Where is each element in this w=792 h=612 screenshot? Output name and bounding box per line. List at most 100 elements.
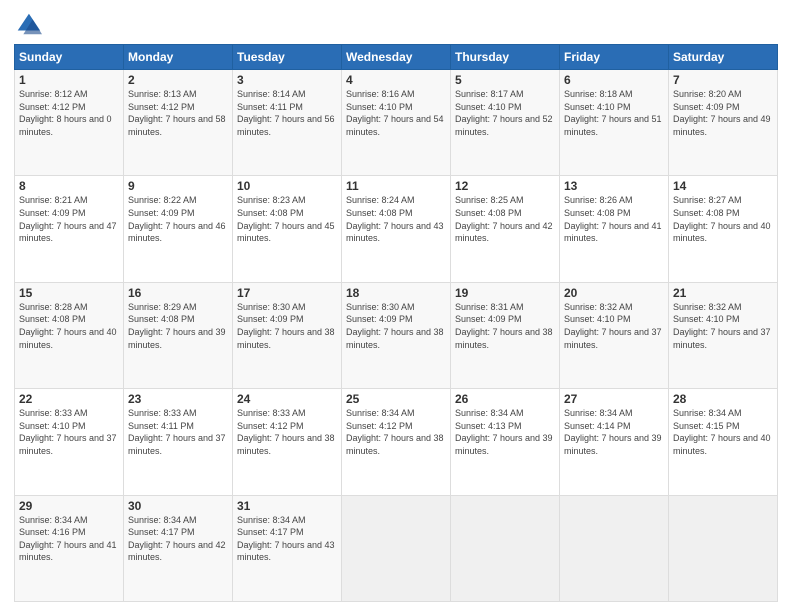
calendar-week-3: 15 Sunrise: 8:28 AMSunset: 4:08 PMDaylig… [15,282,778,388]
col-header-saturday: Saturday [669,45,778,70]
calendar-week-1: 1 Sunrise: 8:12 AMSunset: 4:12 PMDayligh… [15,70,778,176]
calendar-cell: 11 Sunrise: 8:24 AMSunset: 4:08 PMDaylig… [342,176,451,282]
day-number: 5 [455,73,555,87]
day-number: 27 [564,392,664,406]
calendar-cell: 27 Sunrise: 8:34 AMSunset: 4:14 PMDaylig… [560,389,669,495]
calendar-cell: 6 Sunrise: 8:18 AMSunset: 4:10 PMDayligh… [560,70,669,176]
cell-content: Sunrise: 8:25 AMSunset: 4:08 PMDaylight:… [455,194,555,244]
cell-content: Sunrise: 8:18 AMSunset: 4:10 PMDaylight:… [564,88,664,138]
calendar-cell [669,495,778,601]
day-number: 12 [455,179,555,193]
calendar-cell: 15 Sunrise: 8:28 AMSunset: 4:08 PMDaylig… [15,282,124,388]
logo [14,10,46,38]
day-number: 14 [673,179,773,193]
calendar-cell: 10 Sunrise: 8:23 AMSunset: 4:08 PMDaylig… [233,176,342,282]
day-number: 3 [237,73,337,87]
cell-content: Sunrise: 8:16 AMSunset: 4:10 PMDaylight:… [346,88,446,138]
calendar-cell: 19 Sunrise: 8:31 AMSunset: 4:09 PMDaylig… [451,282,560,388]
day-number: 13 [564,179,664,193]
day-number: 15 [19,286,119,300]
calendar-cell: 26 Sunrise: 8:34 AMSunset: 4:13 PMDaylig… [451,389,560,495]
calendar-cell: 4 Sunrise: 8:16 AMSunset: 4:10 PMDayligh… [342,70,451,176]
calendar-cell: 30 Sunrise: 8:34 AMSunset: 4:17 PMDaylig… [124,495,233,601]
calendar-cell: 7 Sunrise: 8:20 AMSunset: 4:09 PMDayligh… [669,70,778,176]
col-header-monday: Monday [124,45,233,70]
calendar-cell: 2 Sunrise: 8:13 AMSunset: 4:12 PMDayligh… [124,70,233,176]
day-number: 29 [19,499,119,513]
calendar-cell: 28 Sunrise: 8:34 AMSunset: 4:15 PMDaylig… [669,389,778,495]
header [14,10,778,38]
calendar-week-5: 29 Sunrise: 8:34 AMSunset: 4:16 PMDaylig… [15,495,778,601]
day-number: 8 [19,179,119,193]
day-number: 26 [455,392,555,406]
cell-content: Sunrise: 8:23 AMSunset: 4:08 PMDaylight:… [237,194,337,244]
cell-content: Sunrise: 8:30 AMSunset: 4:09 PMDaylight:… [346,301,446,351]
calendar-week-4: 22 Sunrise: 8:33 AMSunset: 4:10 PMDaylig… [15,389,778,495]
cell-content: Sunrise: 8:30 AMSunset: 4:09 PMDaylight:… [237,301,337,351]
calendar-cell: 9 Sunrise: 8:22 AMSunset: 4:09 PMDayligh… [124,176,233,282]
cell-content: Sunrise: 8:22 AMSunset: 4:09 PMDaylight:… [128,194,228,244]
calendar-cell: 31 Sunrise: 8:34 AMSunset: 4:17 PMDaylig… [233,495,342,601]
day-number: 20 [564,286,664,300]
calendar-body: 1 Sunrise: 8:12 AMSunset: 4:12 PMDayligh… [15,70,778,602]
cell-content: Sunrise: 8:34 AMSunset: 4:13 PMDaylight:… [455,407,555,457]
cell-content: Sunrise: 8:34 AMSunset: 4:15 PMDaylight:… [673,407,773,457]
day-number: 31 [237,499,337,513]
cell-content: Sunrise: 8:29 AMSunset: 4:08 PMDaylight:… [128,301,228,351]
cell-content: Sunrise: 8:34 AMSunset: 4:17 PMDaylight:… [237,514,337,564]
cell-content: Sunrise: 8:17 AMSunset: 4:10 PMDaylight:… [455,88,555,138]
cell-content: Sunrise: 8:32 AMSunset: 4:10 PMDaylight:… [564,301,664,351]
calendar-cell [560,495,669,601]
cell-content: Sunrise: 8:12 AMSunset: 4:12 PMDaylight:… [19,88,119,138]
calendar-cell: 13 Sunrise: 8:26 AMSunset: 4:08 PMDaylig… [560,176,669,282]
cell-content: Sunrise: 8:27 AMSunset: 4:08 PMDaylight:… [673,194,773,244]
calendar-cell: 25 Sunrise: 8:34 AMSunset: 4:12 PMDaylig… [342,389,451,495]
col-header-thursday: Thursday [451,45,560,70]
calendar-cell: 29 Sunrise: 8:34 AMSunset: 4:16 PMDaylig… [15,495,124,601]
calendar-cell: 24 Sunrise: 8:33 AMSunset: 4:12 PMDaylig… [233,389,342,495]
calendar-cell: 21 Sunrise: 8:32 AMSunset: 4:10 PMDaylig… [669,282,778,388]
cell-content: Sunrise: 8:20 AMSunset: 4:09 PMDaylight:… [673,88,773,138]
day-number: 21 [673,286,773,300]
cell-content: Sunrise: 8:21 AMSunset: 4:09 PMDaylight:… [19,194,119,244]
day-number: 28 [673,392,773,406]
cell-content: Sunrise: 8:33 AMSunset: 4:12 PMDaylight:… [237,407,337,457]
day-number: 30 [128,499,228,513]
calendar-cell: 12 Sunrise: 8:25 AMSunset: 4:08 PMDaylig… [451,176,560,282]
cell-content: Sunrise: 8:34 AMSunset: 4:16 PMDaylight:… [19,514,119,564]
calendar-cell: 14 Sunrise: 8:27 AMSunset: 4:08 PMDaylig… [669,176,778,282]
cell-content: Sunrise: 8:33 AMSunset: 4:11 PMDaylight:… [128,407,228,457]
calendar-week-2: 8 Sunrise: 8:21 AMSunset: 4:09 PMDayligh… [15,176,778,282]
day-number: 6 [564,73,664,87]
calendar-cell: 5 Sunrise: 8:17 AMSunset: 4:10 PMDayligh… [451,70,560,176]
col-header-tuesday: Tuesday [233,45,342,70]
cell-content: Sunrise: 8:24 AMSunset: 4:08 PMDaylight:… [346,194,446,244]
cell-content: Sunrise: 8:34 AMSunset: 4:17 PMDaylight:… [128,514,228,564]
day-number: 10 [237,179,337,193]
day-number: 25 [346,392,446,406]
cell-content: Sunrise: 8:31 AMSunset: 4:09 PMDaylight:… [455,301,555,351]
cell-content: Sunrise: 8:28 AMSunset: 4:08 PMDaylight:… [19,301,119,351]
day-number: 16 [128,286,228,300]
day-number: 17 [237,286,337,300]
calendar-cell: 22 Sunrise: 8:33 AMSunset: 4:10 PMDaylig… [15,389,124,495]
page: SundayMondayTuesdayWednesdayThursdayFrid… [0,0,792,612]
cell-content: Sunrise: 8:13 AMSunset: 4:12 PMDaylight:… [128,88,228,138]
calendar-cell: 1 Sunrise: 8:12 AMSunset: 4:12 PMDayligh… [15,70,124,176]
calendar-header-row: SundayMondayTuesdayWednesdayThursdayFrid… [15,45,778,70]
day-number: 11 [346,179,446,193]
day-number: 23 [128,392,228,406]
calendar-cell [342,495,451,601]
day-number: 19 [455,286,555,300]
calendar-cell: 18 Sunrise: 8:30 AMSunset: 4:09 PMDaylig… [342,282,451,388]
cell-content: Sunrise: 8:26 AMSunset: 4:08 PMDaylight:… [564,194,664,244]
calendar-cell: 16 Sunrise: 8:29 AMSunset: 4:08 PMDaylig… [124,282,233,388]
day-number: 7 [673,73,773,87]
cell-content: Sunrise: 8:33 AMSunset: 4:10 PMDaylight:… [19,407,119,457]
col-header-friday: Friday [560,45,669,70]
day-number: 9 [128,179,228,193]
calendar-cell [451,495,560,601]
cell-content: Sunrise: 8:32 AMSunset: 4:10 PMDaylight:… [673,301,773,351]
day-number: 4 [346,73,446,87]
calendar-cell: 23 Sunrise: 8:33 AMSunset: 4:11 PMDaylig… [124,389,233,495]
